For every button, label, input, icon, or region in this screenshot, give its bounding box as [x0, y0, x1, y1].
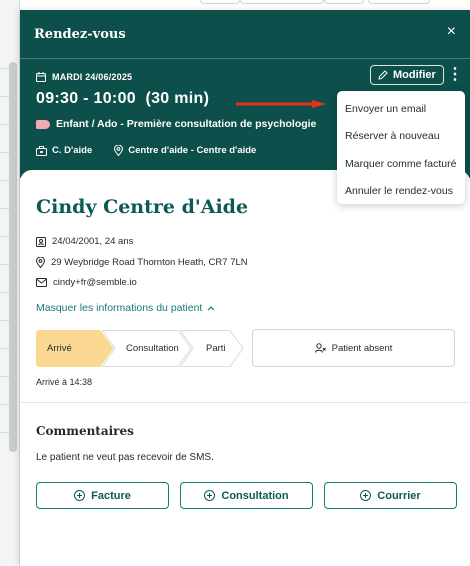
briefcase-icon: [36, 145, 47, 156]
hide-patient-info-link[interactable]: Masquer les informations du patient: [36, 302, 215, 314]
background-scrollbar[interactable]: [9, 62, 17, 452]
hide-patient-info-label: Masquer les informations du patient: [36, 302, 203, 314]
plus-circle-icon: [204, 490, 216, 501]
location-pin-icon: [114, 145, 124, 156]
background-gridline: [0, 236, 9, 237]
time-range: 09:30 - 10:00: [36, 90, 136, 107]
modify-label: Modifier: [393, 69, 436, 81]
background-gridline: [0, 376, 9, 377]
menu-item-cancel-appointment[interactable]: Annuler le rendez-vous: [337, 178, 465, 206]
comment-text: Le patient ne veut pas recevoir de SMS.: [36, 452, 214, 463]
background-button[interactable]: [368, 0, 430, 4]
add-consultation-label: Consultation: [221, 489, 289, 502]
section-divider: [20, 402, 470, 403]
plus-circle-icon: [74, 490, 86, 501]
background-gridline: [0, 404, 9, 405]
panel-title: Rendez-vous: [34, 27, 126, 42]
email-text[interactable]: cindy+fr@semble.io: [53, 277, 137, 288]
practitioner-name: C. D'aide: [52, 145, 93, 156]
appointment-date: MARDI 24/06/2025: [36, 72, 132, 82]
comments-title: Commentaires: [36, 424, 134, 438]
background-gridline: [0, 152, 9, 153]
arrived-at-text: Arrivé à 14:38: [36, 377, 93, 387]
step-consultation-label: Consultation: [126, 343, 179, 354]
chevron-up-icon: [207, 306, 215, 311]
dob-text: 24/04/2001, 24 ans: [52, 236, 134, 247]
background-button[interactable]: [324, 0, 364, 4]
mail-icon: [36, 278, 47, 287]
menu-item-send-email[interactable]: Envoyer un email: [337, 95, 465, 123]
background-gridline: [0, 68, 9, 69]
location-pin-icon: [36, 257, 45, 268]
step-arrived-label: Arrivé: [47, 343, 72, 354]
step-consultation[interactable]: Consultation: [102, 330, 192, 367]
background-gridline: [0, 348, 9, 349]
background-gridline: [0, 180, 9, 181]
background-gridline: [0, 320, 9, 321]
step-left-label: Parti: [206, 343, 226, 354]
appointment-time: 09:30 - 10:00 (30 min): [36, 90, 209, 108]
close-icon[interactable]: ×: [447, 24, 456, 40]
background-gridline: [0, 292, 9, 293]
background-gridline: [0, 124, 9, 125]
menu-item-rebook[interactable]: Réserver à nouveau: [337, 123, 465, 151]
background-toolbar: [200, 0, 432, 4]
header-divider: [20, 58, 470, 59]
location-name: Centre d'aide - Centre d'aide: [128, 145, 257, 156]
address-text: 29 Weybridge Road Thornton Heath, CR7 7L…: [51, 257, 248, 268]
add-letter-button[interactable]: Courrier: [324, 482, 457, 509]
calendar-icon: [36, 72, 46, 82]
step-left[interactable]: Parti: [180, 330, 244, 367]
menu-item-mark-invoiced[interactable]: Marquer comme facturé: [337, 150, 465, 178]
patient-email: cindy+fr@semble.io: [36, 277, 137, 288]
more-options-menu: Envoyer un email Réserver à nouveau Marq…: [337, 91, 465, 204]
appointment-type-tag-icon: [36, 119, 50, 129]
add-consultation-button[interactable]: Consultation: [180, 482, 313, 509]
patient-dob: 24/04/2001, 24 ans: [36, 236, 133, 247]
add-letter-label: Courrier: [377, 489, 421, 502]
id-card-icon: [36, 236, 46, 247]
background-gridline: [0, 96, 9, 97]
patient-address: 29 Weybridge Road Thornton Heath, CR7 7L…: [36, 257, 248, 268]
add-invoice-button[interactable]: Facture: [36, 482, 169, 509]
patient-absent-button[interactable]: Patient absent: [252, 329, 455, 367]
background-gridline: [0, 432, 9, 433]
status-stepper: Arrivé Consultation Parti: [36, 330, 244, 367]
appointment-location-row: C. D'aide Centre d'aide - Centre d'aide: [36, 145, 256, 156]
background-button[interactable]: [200, 0, 240, 4]
more-options-icon[interactable]: ⋮: [447, 67, 463, 83]
add-invoice-label: Facture: [91, 489, 131, 502]
background-gridline: [0, 208, 9, 209]
background-scroll-strip: [0, 0, 20, 566]
duration: (30 min): [145, 90, 210, 107]
modify-button[interactable]: Modifier: [370, 65, 444, 85]
red-arrow-annotation: [236, 100, 326, 108]
background-button[interactable]: [240, 0, 324, 4]
patient-name: Cindy Centre d'Aide: [36, 196, 249, 218]
appointment-type: Enfant / Ado - Première consultation de …: [36, 118, 316, 130]
pencil-icon: [378, 70, 388, 80]
patient-absent-label: Patient absent: [331, 342, 393, 354]
appointment-type-text: Enfant / Ado - Première consultation de …: [56, 118, 317, 130]
plus-circle-icon: [360, 490, 372, 501]
date-text: MARDI 24/06/2025: [52, 72, 133, 82]
actions-row: Facture Consultation Courrier: [36, 482, 457, 509]
background-gridline: [0, 264, 9, 265]
patient-card: Cindy Centre d'Aide 24/04/2001, 24 ans 2…: [20, 170, 470, 558]
user-x-icon: [314, 343, 326, 353]
